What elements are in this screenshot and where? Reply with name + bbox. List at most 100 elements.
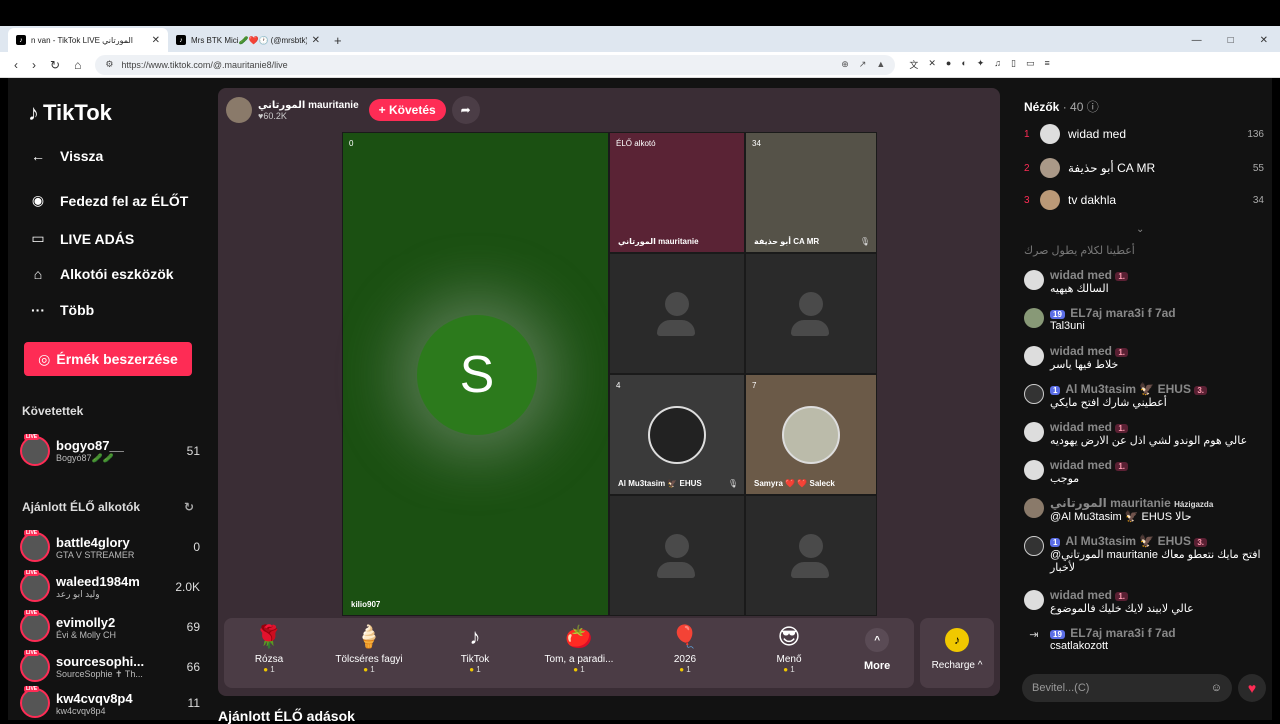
top-viewer-row[interactable]: 2 أبو حذيفة CA MR 55 — [1024, 156, 1264, 180]
tiktok-logo[interactable]: ♪ TikTok — [28, 100, 112, 126]
site-info-icon[interactable]: ⚙ — [105, 59, 113, 70]
close-tab-icon[interactable]: ✕ — [152, 35, 160, 46]
top-viewer-row[interactable]: 1 widad med 136 — [1024, 122, 1264, 146]
avatar[interactable] — [1024, 498, 1044, 518]
shield-icon[interactable]: ▲ — [876, 59, 885, 70]
chat-message: 19 EL7aj mara3i f 7ad Tal3uni — [1024, 306, 1264, 332]
guest-tile[interactable]: 7 Samyra ❤️ ❤️ Saleck — [745, 374, 877, 495]
nav-creator-tools[interactable]: ⌂ Alkotói eszközök — [26, 266, 174, 282]
new-tab-icon[interactable]: + — [328, 33, 348, 52]
gift-item[interactable]: ♪ TikTok 1 — [430, 624, 520, 674]
avatar[interactable] — [1024, 422, 1044, 442]
nav-more[interactable]: ··· Több — [26, 302, 94, 318]
emoji-icon[interactable]: ☺ — [1211, 682, 1222, 694]
extension-icon[interactable]: ● — [946, 58, 951, 71]
avatar: LIVE — [20, 650, 50, 682]
avatar[interactable] — [1024, 308, 1044, 328]
guest-tile[interactable]: 34 أبو حذيفة CA MR 🎙 — [745, 132, 877, 253]
get-coins-button[interactable]: ◎ Érmék beszerzése — [24, 342, 192, 376]
nav-explore-live[interactable]: ◉ Fedezd fel az ÉLŐT — [26, 192, 188, 209]
avatar[interactable] — [1024, 460, 1044, 480]
empty-seat[interactable] — [609, 253, 745, 374]
nav-back[interactable]: ← Vissza — [26, 148, 103, 164]
back-icon[interactable]: ‹ — [14, 58, 18, 72]
recommended-user[interactable]: LIVE evimolly2 Évi & Molly CH 69 — [20, 610, 200, 644]
recommended-user[interactable]: LIVE kw4cvqv8p4 kw4cvqv8p4 11 — [20, 686, 200, 720]
puzzle-icon[interactable]: ✦ — [977, 58, 985, 71]
sender-name[interactable]: المورتاني mauritanie — [1050, 496, 1171, 510]
close-window-icon[interactable]: ✕ — [1260, 35, 1268, 46]
more-gifts-button[interactable]: ^ More — [864, 628, 890, 672]
sender-name[interactable]: widad med — [1050, 344, 1112, 358]
translate-icon[interactable]: 文 — [909, 58, 918, 71]
viewer-count: 69 — [186, 620, 200, 634]
recommended-user[interactable]: LIVE waleed1984m وليد ابو رعد 2.0K — [20, 570, 200, 604]
sidebar-icon[interactable]: ▯ — [1011, 58, 1016, 71]
chat-input[interactable]: Bevitel...(C) ☺ — [1022, 674, 1232, 702]
menu-icon[interactable]: ≡ — [1045, 58, 1050, 71]
sender-name[interactable]: widad med — [1050, 420, 1112, 434]
chat-panel: Nézők · 40 ⓘ 1 widad med 136 2 أبو حذيفة… — [1012, 78, 1272, 720]
chevron-down-icon[interactable]: ⌄ — [1136, 224, 1144, 235]
ice-cream-icon: 🍦 — [355, 624, 383, 649]
sender-name[interactable]: widad med — [1050, 588, 1112, 602]
viewer-count: 2.0K — [175, 580, 200, 594]
level-badge: 19 — [1050, 310, 1065, 319]
gift-item[interactable]: 🌹 Rózsa 1 — [224, 624, 314, 674]
extension-icon[interactable]: ◐ — [961, 58, 966, 71]
empty-seat[interactable] — [609, 495, 745, 616]
empty-seat[interactable] — [745, 253, 877, 374]
gift-item[interactable]: 🎈 2026 1 — [640, 624, 730, 674]
url-field[interactable]: ⚙ https://www.tiktok.com/@.mauritanie8/l… — [95, 54, 896, 75]
avatar[interactable] — [1024, 384, 1044, 404]
sender-name[interactable]: widad med — [1050, 268, 1112, 282]
gift-item[interactable]: 🍅 Tom, a paradi... 1 — [534, 624, 624, 674]
minimize-icon[interactable]: — — [1192, 35, 1202, 46]
guest-tile[interactable]: 4 Al Mu3tasim 🦅 EHUS 🎙 — [609, 374, 745, 495]
forward-icon[interactable]: › — [32, 58, 36, 72]
share-icon[interactable]: ↗ — [859, 59, 867, 70]
avatar: LIVE — [20, 686, 50, 718]
viewer-name: tv dakhla — [1068, 193, 1117, 207]
home-icon[interactable]: ⌂ — [74, 58, 81, 72]
avatar[interactable] — [1024, 590, 1044, 610]
host-avatar[interactable] — [226, 97, 252, 123]
recommended-user[interactable]: LIVE sourcesophi... SourceSophie ✝ Th...… — [20, 650, 200, 684]
sender-name[interactable]: widad med — [1050, 458, 1112, 472]
sender-name[interactable]: Al Mu3tasim 🦅 EHUS — [1065, 534, 1191, 548]
gift-item[interactable]: 🍦 Tölcséres fagyi 1 — [324, 624, 414, 674]
main-guest-tile[interactable]: 0 S kilio907 — [342, 132, 609, 616]
follow-button[interactable]: + Követés — [368, 99, 446, 121]
recharge-button[interactable]: ♪ Recharge ^ — [920, 618, 994, 688]
like-heart-button[interactable]: ♥ — [1238, 674, 1266, 702]
avatar[interactable] — [1024, 270, 1044, 290]
top-viewer-row[interactable]: 3 tv dakhla 34 — [1024, 188, 1264, 212]
refresh-icon[interactable]: ↻ — [184, 500, 194, 514]
nav-live-broadcast[interactable]: ▭ LIVE ADÁS — [26, 230, 134, 247]
close-tab-icon[interactable]: ✕ — [312, 35, 320, 46]
zoom-icon[interactable]: ⊕ — [841, 59, 849, 70]
browser-tab[interactable]: ♪ Mrs BTK Mici🥒❤️🕐 (@mrsbtk) É ✕ — [168, 28, 328, 52]
viewers-header[interactable]: Nézők · 40 ⓘ — [1024, 98, 1099, 115]
guest-tile[interactable]: ÉLŐ alkotó المورتاني mauritanie — [609, 132, 745, 253]
info-icon[interactable]: ⓘ — [1087, 100, 1099, 114]
gift-name: TikTok — [460, 654, 490, 665]
viewer-rank: 3 — [1024, 194, 1030, 206]
reload-icon[interactable]: ↻ — [50, 58, 60, 72]
host-name[interactable]: المورتاني mauritanie — [258, 100, 359, 111]
sender-name[interactable]: EL7aj mara3i f 7ad — [1070, 626, 1175, 640]
maximize-icon[interactable]: □ — [1228, 35, 1234, 46]
wallet-icon[interactable]: ▭ — [1026, 58, 1035, 71]
recommended-user[interactable]: LIVE battle4glory GTA V STREAMER 0 — [20, 530, 200, 564]
empty-seat[interactable] — [745, 495, 877, 616]
extension-icon[interactable]: ✕ — [928, 58, 936, 71]
sender-name[interactable]: EL7aj mara3i f 7ad — [1070, 306, 1175, 320]
browser-tab-active[interactable]: ♪ n van - TikTok LIVE المورتاني ✕ — [8, 28, 168, 52]
gift-item[interactable]: 😎 Menő 1 — [744, 624, 834, 674]
avatar[interactable] — [1024, 346, 1044, 366]
avatar[interactable] — [1024, 536, 1044, 556]
followed-user[interactable]: LIVE bogyo87__ Bogyó87🥒🥒 51 — [20, 434, 200, 468]
sender-name[interactable]: Al Mu3tasim 🦅 EHUS — [1065, 382, 1191, 396]
music-icon[interactable]: ♫ — [994, 58, 1001, 71]
share-icon[interactable]: ➦ — [451, 96, 480, 124]
